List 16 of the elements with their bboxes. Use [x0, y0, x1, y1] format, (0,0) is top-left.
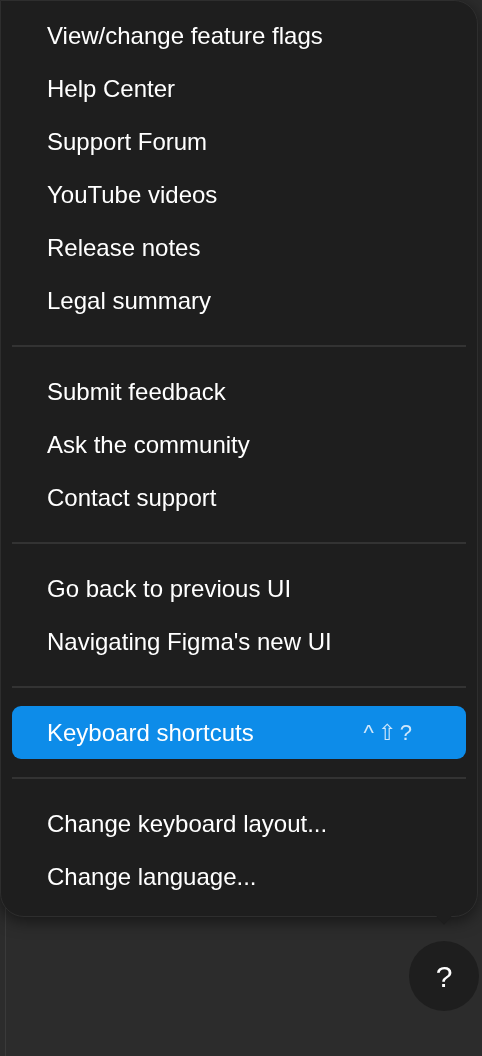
menu-item[interactable]: Submit feedback	[12, 365, 466, 418]
menu-item[interactable]: Ask the community	[12, 418, 466, 471]
menu-item[interactable]: Release notes	[12, 221, 466, 274]
menu-item[interactable]: Change keyboard layout...	[12, 797, 466, 850]
menu-item[interactable]: Help Center	[12, 62, 466, 115]
menu-item[interactable]: Go back to previous UI	[12, 562, 466, 615]
menu-item[interactable]: Contact support	[12, 471, 466, 524]
menu-item[interactable]: Change language...	[12, 850, 466, 903]
menu-item[interactable]: Navigating Figma's new UI	[12, 615, 466, 668]
menu-item[interactable]: View/change feature flags	[12, 9, 466, 62]
shortcut-label: ^⇧?	[363, 719, 416, 747]
help-button[interactable]: ?	[409, 941, 479, 1011]
menu-item[interactable]: YouTube videos	[12, 168, 466, 221]
menu-item[interactable]: Legal summary	[12, 274, 466, 327]
menu-item[interactable]: Keyboard shortcuts ^⇧?	[12, 706, 466, 759]
menu-item[interactable]: Support Forum	[12, 115, 466, 168]
